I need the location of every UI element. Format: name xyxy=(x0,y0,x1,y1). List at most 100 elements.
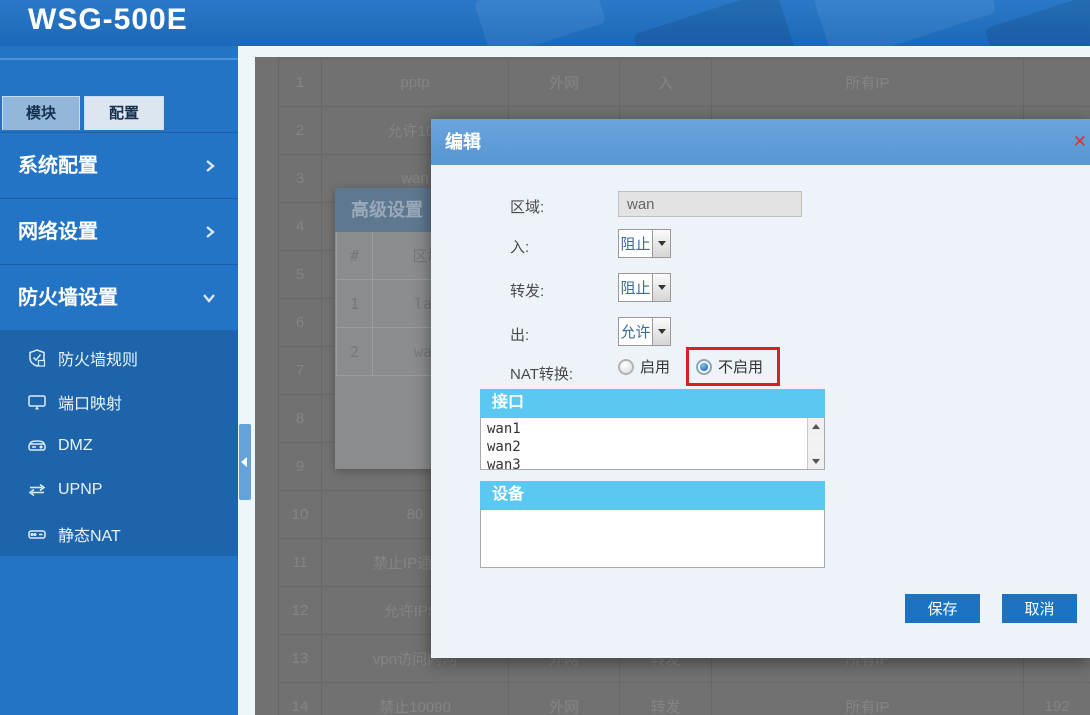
table-row: 1 pptp 外网 入 所有IP xyxy=(279,59,1090,107)
nat-radio-group: 启用 不启用 xyxy=(618,347,780,386)
screen: WSG-500E 模块 配置 系统配置 网络设置 防火墙设置 xyxy=(0,0,1090,715)
in-dropdown[interactable]: 阻止 xyxy=(618,229,671,258)
dmz-icon xyxy=(26,435,48,457)
cell-num: 4 xyxy=(279,203,322,250)
nat-label: NAT转换: xyxy=(510,363,573,384)
sidebar-item-dmz[interactable]: DMZ xyxy=(0,424,238,468)
cell-num: 13 xyxy=(279,635,322,682)
cell-num: 2 xyxy=(337,328,373,375)
nat-option-disable[interactable]: 不启用 xyxy=(696,356,763,377)
dropdown-arrow-icon[interactable] xyxy=(652,318,670,345)
sidebar-menu: 系统配置 网络设置 防火墙设置 xyxy=(0,132,238,330)
forward-dropdown[interactable]: 阻止 xyxy=(618,273,671,302)
in-dropdown-value: 阻止 xyxy=(619,230,652,257)
static-nat-icon xyxy=(26,523,48,545)
sidebar-item-static-nat[interactable]: 静态NAT xyxy=(0,512,238,556)
in-label: 入: xyxy=(510,236,529,257)
device-listbox[interactable] xyxy=(480,509,825,568)
cell-direction: 转发 xyxy=(620,683,712,715)
firewall-rules-icon xyxy=(26,347,48,369)
sidebar-item-firewall-settings[interactable]: 防火墙设置 xyxy=(0,264,238,330)
edit-dialog-header: 编辑 ✕ xyxy=(431,119,1090,165)
list-item[interactable]: wan2 xyxy=(487,438,824,456)
cell-num: 2 xyxy=(279,107,322,154)
sidebar: 模块 配置 系统配置 网络设置 防火墙设置 xyxy=(0,46,238,715)
cell-num: 1 xyxy=(337,280,373,327)
upnp-icon xyxy=(26,479,48,501)
cell-num: 1 xyxy=(279,59,322,106)
submenu-label: 端口映射 xyxy=(58,390,122,414)
sidebar-strip xyxy=(238,46,255,715)
sidebar-item-upnp[interactable]: UPNP xyxy=(0,468,238,512)
top-header-bar: WSG-500E xyxy=(0,0,1090,46)
menu-label: 防火墙设置 xyxy=(18,287,118,309)
edit-dialog-title: 编辑 xyxy=(445,119,481,165)
radio-checked-icon[interactable] xyxy=(696,359,712,375)
scrollbar[interactable] xyxy=(807,418,824,469)
cell-name: 禁止10090 xyxy=(322,683,509,715)
scroll-up-icon[interactable] xyxy=(808,418,824,434)
sidebar-item-system-config[interactable]: 系统配置 xyxy=(0,132,238,198)
zone-field[interactable] xyxy=(618,191,802,217)
cell-num: 14 xyxy=(279,683,322,715)
cell-num: 9 xyxy=(279,443,322,490)
device-section-header: 设备 xyxy=(480,481,825,509)
menu-label: 系统配置 xyxy=(18,155,98,177)
list-item[interactable]: wan3 xyxy=(487,456,824,470)
interface-section-header: 接口 xyxy=(480,389,825,417)
sidebar-item-port-mapping[interactable]: 端口映射 xyxy=(0,380,238,424)
edit-dialog: 编辑 ✕ 区域: 入: 阻止 转发: 阻止 出: 允许 NAT转换: 启用 xyxy=(431,119,1090,658)
chevron-right-icon xyxy=(204,133,216,199)
header-num: # xyxy=(337,232,373,279)
cell-extra: 192 xyxy=(1024,683,1090,715)
chevron-right-icon xyxy=(204,199,216,265)
dropdown-arrow-icon[interactable] xyxy=(652,230,670,257)
scroll-down-icon[interactable] xyxy=(808,453,824,469)
cell-source: 所有IP xyxy=(712,683,1024,715)
port-mapping-icon xyxy=(26,391,48,413)
cell-num: 12 xyxy=(279,587,322,634)
radio-unchecked-icon[interactable] xyxy=(618,359,634,375)
tab-modules[interactable]: 模块 xyxy=(2,96,80,130)
cell-num: 6 xyxy=(279,299,322,346)
table-row: 14 禁止10090 外网 转发 所有IP 192 xyxy=(279,683,1090,715)
forward-label: 转发: xyxy=(510,280,544,301)
save-button[interactable]: 保存 xyxy=(905,594,980,623)
nat-highlight-box: 不启用 xyxy=(686,347,780,386)
cell-name: pptp xyxy=(322,59,509,106)
sidebar-collapse-handle[interactable] xyxy=(239,424,251,500)
out-dropdown-value: 允许 xyxy=(619,318,652,345)
cell-zone: 外网 xyxy=(509,683,620,715)
sidebar-divider xyxy=(0,58,238,60)
cell-num: 11 xyxy=(279,539,322,586)
menu-label: 网络设置 xyxy=(18,221,98,243)
sidebar-item-firewall-rules[interactable]: 防火墙规则 xyxy=(0,336,238,380)
out-dropdown[interactable]: 允许 xyxy=(618,317,671,346)
cell-direction: 入 xyxy=(620,59,712,106)
cell-num: 5 xyxy=(279,251,322,298)
cell-num: 10 xyxy=(279,491,322,538)
list-item[interactable]: wan1 xyxy=(487,420,824,438)
submenu-label: 静态NAT xyxy=(58,522,121,546)
app-title: WSG-500E xyxy=(28,3,188,37)
close-icon[interactable]: ✕ xyxy=(1073,132,1087,152)
cell-extra xyxy=(1024,59,1090,106)
nat-option-enable[interactable]: 启用 xyxy=(618,356,670,377)
keyboard-decoration xyxy=(813,0,996,46)
submenu-label: UPNP xyxy=(58,481,102,499)
radio-label: 不启用 xyxy=(718,356,763,377)
interface-listbox[interactable]: wan1 wan2 wan3 xyxy=(480,417,825,470)
submenu-label: 防火墙规则 xyxy=(58,346,138,370)
sidebar-submenu: 防火墙规则 端口映射 xyxy=(0,330,238,556)
keyboard-decoration xyxy=(633,0,797,46)
cell-zone: 外网 xyxy=(509,59,620,106)
tab-config[interactable]: 配置 xyxy=(84,96,164,130)
cell-num: 7 xyxy=(279,347,322,394)
cancel-button[interactable]: 取消 xyxy=(1002,594,1077,623)
zone-label: 区域: xyxy=(510,196,544,217)
cell-num: 3 xyxy=(279,155,322,202)
cell-source: 所有IP xyxy=(712,59,1024,106)
dropdown-arrow-icon[interactable] xyxy=(652,274,670,301)
sidebar-item-network-settings[interactable]: 网络设置 xyxy=(0,198,238,264)
cell-num: 8 xyxy=(279,395,322,442)
